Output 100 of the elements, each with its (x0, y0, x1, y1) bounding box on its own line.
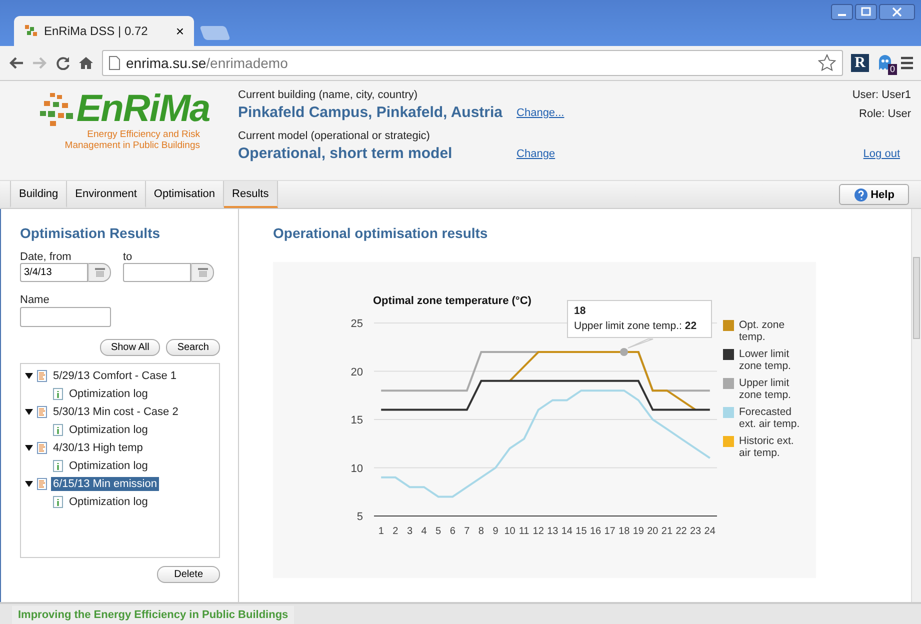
reload-icon[interactable] (56, 56, 70, 70)
x-tick-label: 1 (378, 526, 384, 537)
home-icon[interactable] (78, 56, 94, 70)
delete-button[interactable]: Delete (157, 566, 220, 583)
tree-item[interactable]: 5/30/13 Min cost - Case 2 (51, 405, 180, 419)
x-tick-label: 15 (576, 526, 587, 537)
x-tick-label: 6 (450, 526, 456, 537)
tooltip-pointer (628, 338, 654, 348)
panel-title: Optimisation Results (20, 225, 162, 241)
calendar-button[interactable] (88, 263, 111, 282)
nav-tab[interactable]: Results (224, 181, 278, 208)
x-tick-label: 17 (604, 526, 616, 537)
tree-item[interactable]: 4/30/13 High temp (51, 441, 145, 455)
page-icon (109, 56, 120, 70)
legend-swatch (723, 436, 734, 447)
info-icon (53, 496, 63, 508)
menu-icon[interactable] (901, 56, 913, 70)
y-tick-label: 5 (356, 511, 363, 523)
hover-point (620, 348, 628, 356)
tab-title: EnRiMa DSS | 0.72 (44, 24, 149, 38)
leaf-icon (24, 24, 38, 38)
legend-label: Opt. zone temp. (739, 319, 786, 343)
star-icon[interactable] (818, 54, 836, 72)
action-button[interactable]: Show All (100, 339, 160, 356)
x-tick-label: 24 (704, 526, 716, 537)
user-label: User: User1 (852, 89, 911, 101)
calendar-button[interactable] (191, 263, 214, 282)
y-tick-label: 20 (350, 366, 363, 378)
building-name: Pinkafeld Campus, Pinkafeld, Austria (238, 104, 503, 121)
extension-button[interactable]: R (851, 54, 869, 72)
x-tick-label: 8 (478, 526, 484, 537)
close-icon[interactable] (879, 4, 915, 20)
tree-item[interactable]: Optimization log (67, 387, 150, 401)
x-tick-label: 12 (532, 526, 544, 537)
x-tick-label: 18 (618, 526, 630, 537)
x-tick-label: 7 (464, 526, 470, 537)
ghost-icon[interactable] (877, 54, 893, 72)
legend-label: Upper limit zone temp. (739, 377, 792, 401)
minimize-icon[interactable] (831, 4, 853, 20)
caret-icon[interactable] (25, 372, 33, 380)
back-icon[interactable] (8, 56, 24, 70)
name-field[interactable] (20, 307, 111, 327)
x-tick-label: 22 (676, 526, 687, 537)
maximize-icon[interactable] (855, 4, 877, 20)
caret-icon[interactable] (25, 444, 33, 452)
legend-swatch (723, 378, 734, 389)
nav-tab[interactable]: Building (10, 181, 68, 208)
info-icon (53, 424, 63, 436)
date-from-label: Date, from (20, 251, 72, 263)
legend-label: Forecasted ext. air temp. (739, 406, 801, 430)
tree-item[interactable]: 5/29/13 Comfort - Case 1 (51, 369, 179, 383)
footer-slogan: Improving the Energy Efficiency in Public Buildings (12, 606, 294, 624)
y-tick-label: 15 (350, 414, 363, 426)
x-tick-label: 9 (492, 526, 498, 537)
change-model-link[interactable]: Change (516, 148, 564, 160)
tree-item[interactable]: Optimization log (67, 459, 150, 473)
y-tick-label: 25 (350, 318, 363, 330)
x-tick-label: 16 (590, 526, 602, 537)
tree-item[interactable]: Optimization log (67, 495, 150, 509)
logo-wordmark: EnRiMa (76, 89, 210, 129)
calendar-icon (94, 268, 104, 277)
address-bar[interactable]: enrima.su.se/enrimademo (102, 50, 843, 76)
x-tick-label: 2 (392, 526, 398, 537)
tree-item[interactable]: 6/15/13 Min emission (51, 477, 159, 491)
close-tab-button[interactable]: × (176, 23, 184, 39)
calendar-icon (198, 268, 208, 277)
x-tick-label: 4 (421, 526, 427, 537)
name-label: Name (20, 294, 50, 306)
x-tick-label: 5 (436, 526, 442, 537)
document-icon (37, 406, 47, 418)
nav-tab[interactable]: Environment (67, 181, 146, 208)
change-building-link[interactable]: Change... (516, 106, 564, 118)
x-tick-label: 10 (504, 526, 516, 537)
x-tick-label: 20 (647, 526, 658, 537)
logout-link[interactable]: Log out (863, 148, 900, 160)
info-icon (53, 388, 63, 400)
model-name: Operational, short term model (238, 145, 454, 162)
caret-icon[interactable] (25, 408, 33, 416)
date-to-field[interactable] (123, 263, 191, 282)
date-to-label: to (123, 251, 134, 263)
legend-swatch (723, 320, 734, 331)
role-label: Role: User (859, 108, 911, 120)
help-button[interactable]: Help (839, 184, 909, 205)
chart-title: Optimal zone temperature (°C) (373, 295, 532, 307)
x-tick-label: 19 (632, 526, 644, 537)
x-tick-label: 21 (661, 526, 673, 537)
x-tick-label: 13 (547, 526, 558, 537)
scrollbar[interactable] (911, 209, 921, 602)
tree-item[interactable]: Optimization log (67, 423, 150, 437)
date-from-field[interactable]: 3/4/13 (20, 263, 88, 282)
results-title: Operational optimisation results (273, 225, 489, 241)
browser-tab[interactable]: EnRiMa DSS | 0.72 × (14, 16, 194, 46)
document-icon (37, 370, 47, 382)
caret-icon[interactable] (25, 480, 33, 488)
action-button[interactable]: Search (166, 339, 220, 356)
logo-squares-drawing (40, 93, 74, 129)
info-icon (53, 460, 63, 472)
legend-swatch (723, 407, 734, 418)
legend-swatch (723, 349, 734, 360)
x-tick-label: 23 (690, 526, 702, 537)
